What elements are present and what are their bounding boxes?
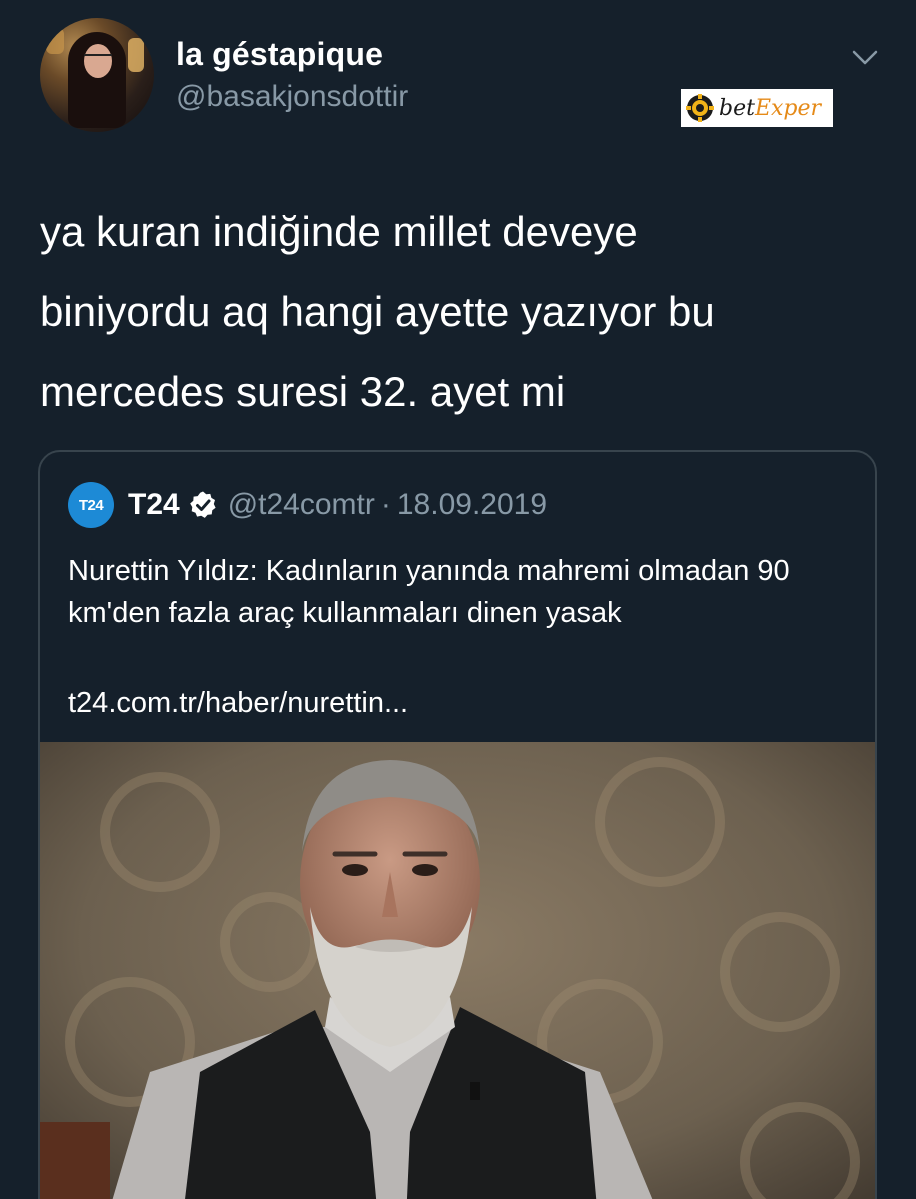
chevron-down-icon[interactable] <box>850 42 880 72</box>
author-handle[interactable]: @basakjonsdottir <box>176 80 408 114</box>
avatar-glasses <box>84 54 112 64</box>
quoted-tweet-text: Nurettin Yıldız: Kadınların yanında mahr… <box>68 555 790 629</box>
poker-chip-icon <box>686 94 714 122</box>
author-avatar[interactable] <box>40 18 154 132</box>
quoted-tweet-card[interactable]: T24 T24 @t24comtr · 18.09.2019 Nurettin … <box>38 450 877 1199</box>
watermark-text: betExper <box>719 96 821 121</box>
quoted-author-name[interactable]: T24 <box>128 488 180 522</box>
watermark-text-main: bet <box>719 95 755 121</box>
quoted-author-handle[interactable]: @t24comtr <box>228 488 375 522</box>
tweet-text: ya kuran indiğinde millet deveye biniyor… <box>40 208 715 415</box>
verified-badge-icon <box>189 491 216 518</box>
quoted-tweet-link[interactable]: t24.com.tr/haber/nurettin... <box>68 682 408 724</box>
t24-avatar[interactable]: T24 <box>68 482 114 528</box>
watermark-text-accent: Exper <box>754 95 822 121</box>
quoted-tweet-header: T24 T24 @t24comtr · 18.09.2019 <box>68 482 547 528</box>
avatar-lamp-right <box>128 38 144 72</box>
author-display-name[interactable]: la géstapique <box>176 36 383 73</box>
betexper-watermark: betExper <box>681 89 833 127</box>
news-photo-image[interactable] <box>40 742 875 1199</box>
header-separator: · <box>380 488 391 521</box>
quoted-tweet-date[interactable]: 18.09.2019 <box>397 488 547 522</box>
avatar-lamp-left <box>46 28 64 54</box>
tweet-screen: la géstapique @basakjonsdottir betExper … <box>0 0 916 1199</box>
